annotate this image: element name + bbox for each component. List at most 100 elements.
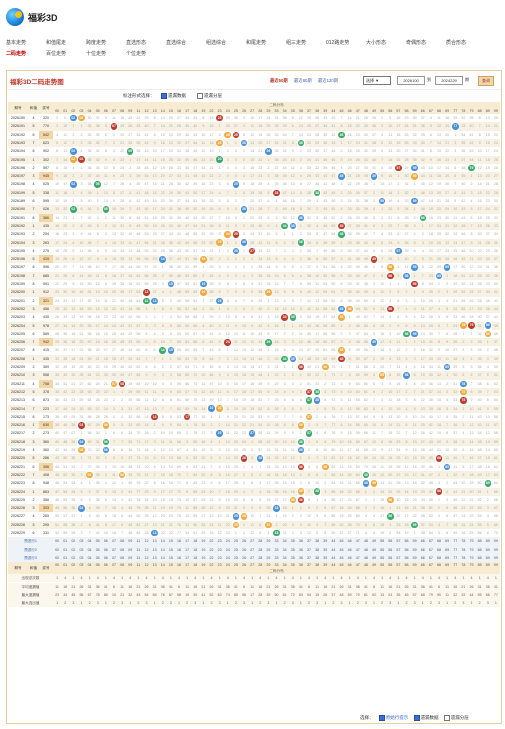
- nav-item[interactable]: 组三走势: [286, 39, 326, 46]
- period-option-80[interactable]: 最近80期: [294, 78, 312, 84]
- miss-cell: 7: [93, 238, 102, 247]
- miss-cell: 42: [93, 529, 102, 538]
- miss-cell: 4: [296, 396, 305, 405]
- miss-cell: 9: [378, 172, 387, 181]
- miss-cell: 25: [451, 114, 460, 123]
- predict-cell: 06: [101, 553, 110, 563]
- nav-item[interactable]: 跨度走势: [86, 39, 126, 46]
- miss-cell: 7: [101, 504, 110, 513]
- miss-cell: 29: [53, 338, 62, 347]
- miss-cell: 9: [158, 329, 167, 339]
- nav-item[interactable]: 奇偶形态: [406, 39, 446, 46]
- hit-ball: 79: [468, 322, 475, 329]
- miss-cell: 10: [304, 512, 314, 521]
- hit-ball: 68: [435, 488, 443, 495]
- miss-cell: 29: [345, 238, 354, 247]
- miss-cell: 4: [378, 404, 387, 413]
- nav-item[interactable]: 组选综合: [206, 39, 246, 46]
- miss-cell: 3: [337, 155, 346, 164]
- miss-cell: 16: [386, 437, 395, 446]
- miss-cell: 1: [215, 304, 224, 314]
- miss-cell: 24: [158, 205, 167, 214]
- miss-cell: 11: [378, 288, 387, 297]
- query-button[interactable]: 查询: [478, 76, 494, 86]
- checkbox-icon[interactable]: [378, 715, 385, 721]
- checkbox-icon[interactable]: [443, 715, 450, 721]
- date-to-input[interactable]: 2024229: [435, 76, 463, 85]
- miss-cell: 18: [451, 271, 460, 280]
- miss-cell: 12: [101, 180, 110, 189]
- miss-cell: 55: [183, 288, 192, 297]
- miss-cell: 12: [150, 163, 159, 173]
- stat-cell: 26: [207, 582, 216, 591]
- nav-item[interactable]: 和尾走势: [246, 39, 286, 46]
- option-missing-layer[interactable]: 遗漏分层: [197, 93, 222, 99]
- nav-item[interactable]: 质合形态: [446, 39, 486, 46]
- miss-cell: 14: [77, 271, 86, 280]
- miss-cell: 4: [150, 329, 159, 339]
- nav-item[interactable]: 十位走势: [86, 50, 126, 57]
- miss-cell: 2: [361, 495, 370, 505]
- miss-cell: 24: [61, 238, 70, 247]
- miss-cell: 2: [264, 304, 273, 314]
- miss-cell: 7: [248, 304, 257, 314]
- nav-item[interactable]: 二码走势: [6, 50, 46, 57]
- period-select[interactable]: 选择 ▼: [363, 76, 391, 85]
- miss-cell: 14: [223, 454, 232, 463]
- miss-cell: 4: [142, 329, 151, 339]
- miss-cell: 7: [101, 138, 110, 148]
- nav-item[interactable]: 直选形态: [126, 39, 166, 46]
- miss-cell: 7: [215, 487, 224, 496]
- nav-item[interactable]: 大小形态: [366, 39, 406, 46]
- miss-cell: 3: [378, 221, 387, 231]
- miss-cell: 18: [109, 529, 119, 538]
- miss-cell: 5: [337, 271, 346, 280]
- miss-cell: 7: [288, 412, 297, 422]
- miss-cell: 14: [150, 180, 159, 189]
- miss-cell: 22: [142, 479, 151, 488]
- miss-cell: 46: [353, 321, 362, 330]
- option-missing-data[interactable]: 遗漏数据: [161, 93, 186, 99]
- miss-cell: 34: [69, 487, 78, 496]
- miss-cell: 25: [443, 172, 452, 181]
- miss-cell: 21: [345, 172, 354, 181]
- checkbox-icon[interactable]: [197, 93, 203, 99]
- nav-item[interactable]: 和值尾走: [46, 39, 86, 46]
- miss-cell: 36: [207, 288, 216, 297]
- miss-cell: 36: [272, 155, 281, 164]
- miss-cell: 39: [207, 313, 216, 322]
- checkbox-icon[interactable]: [161, 93, 167, 99]
- nav-item[interactable]: 基本走势: [6, 39, 46, 46]
- footer-option-missing[interactable]: 遗漏数据: [413, 715, 439, 721]
- miss-cell: 61: [191, 280, 200, 289]
- miss-cell: 12: [475, 163, 484, 173]
- nav-item[interactable]: 个位走势: [126, 50, 166, 57]
- period-option-120[interactable]: 最近120期: [318, 78, 338, 84]
- miss-cell: 39: [272, 180, 281, 189]
- miss-cell: 3: [264, 313, 273, 322]
- nav-item[interactable]: 直选综合: [166, 39, 206, 46]
- footer-option-layer[interactable]: 遗漏分层: [443, 715, 469, 721]
- stat-cell: 1: [248, 574, 257, 583]
- miss-cell: 8: [321, 529, 330, 538]
- footer-option-hint[interactable]: 原始行提示: [378, 715, 408, 721]
- date-from-input[interactable]: 2026100: [397, 76, 425, 85]
- miss-cell: 29: [166, 188, 175, 197]
- miss-cell: 29: [402, 163, 411, 173]
- predict-cell: 67: [426, 545, 435, 554]
- miss-cell: 19: [467, 479, 476, 488]
- miss-cell: 44: [126, 512, 135, 521]
- issue-cell: 2026206: [8, 338, 28, 347]
- predict-cell: 33: [272, 545, 281, 554]
- miss-cell: 37: [353, 246, 362, 256]
- nav-item[interactable]: 012路走势: [326, 39, 366, 46]
- miss-cell: 6: [451, 172, 460, 181]
- checkbox-icon[interactable]: [413, 715, 420, 721]
- predict-cell: 04: [85, 545, 94, 554]
- stat-cell: 41: [199, 590, 208, 600]
- miss-cell: 54: [353, 387, 362, 397]
- nav-item[interactable]: 百位走势: [46, 50, 86, 57]
- miss-cell: 9: [150, 487, 159, 496]
- miss-cell: 12: [215, 529, 224, 538]
- period-option-50[interactable]: 最近50期: [270, 78, 288, 84]
